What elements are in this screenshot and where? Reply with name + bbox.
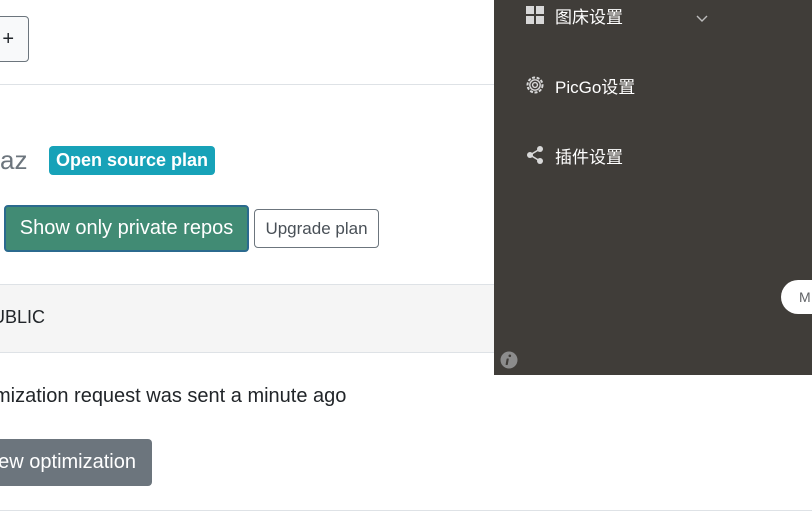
menu-item-image-host-settings[interactable]: 图床设置 [524,3,708,27]
picgo-sidebar: 图床设置 PicGo设置 插件设置 M [494,0,812,375]
menu-item-label: 图床设置 [555,7,623,27]
username: az [0,145,28,175]
pill-button[interactable]: M [781,280,812,314]
menu-item-picgo-settings[interactable]: PicGo设置 [524,73,635,97]
screen: + az Open source plan Show only private … [0,0,812,518]
upgrade-plan-button[interactable]: Upgrade plan [254,209,379,248]
divider [0,84,494,85]
grid-icon [524,4,546,26]
visibility-label: UBLIC [0,307,46,327]
plan-badge: Open source plan [49,146,216,175]
gear-icon [524,74,546,96]
menu-item-label: 插件设置 [555,147,623,167]
add-button[interactable]: + [0,16,29,62]
menu-item-plugin-settings[interactable]: 插件设置 [524,143,623,167]
divider-bottom [0,510,812,511]
show-private-repos-button[interactable]: Show only private repos [4,205,249,252]
view-optimization-button[interactable]: ew optimization [0,439,152,486]
menu-item-label: PicGo设置 [555,77,636,97]
share-icon [524,144,546,166]
chevron-down-icon [696,8,708,28]
info-icon[interactable] [500,351,518,369]
repo-header-band [0,284,494,353]
optimization-status-text: mization request was sent a minute ago [0,385,347,407]
